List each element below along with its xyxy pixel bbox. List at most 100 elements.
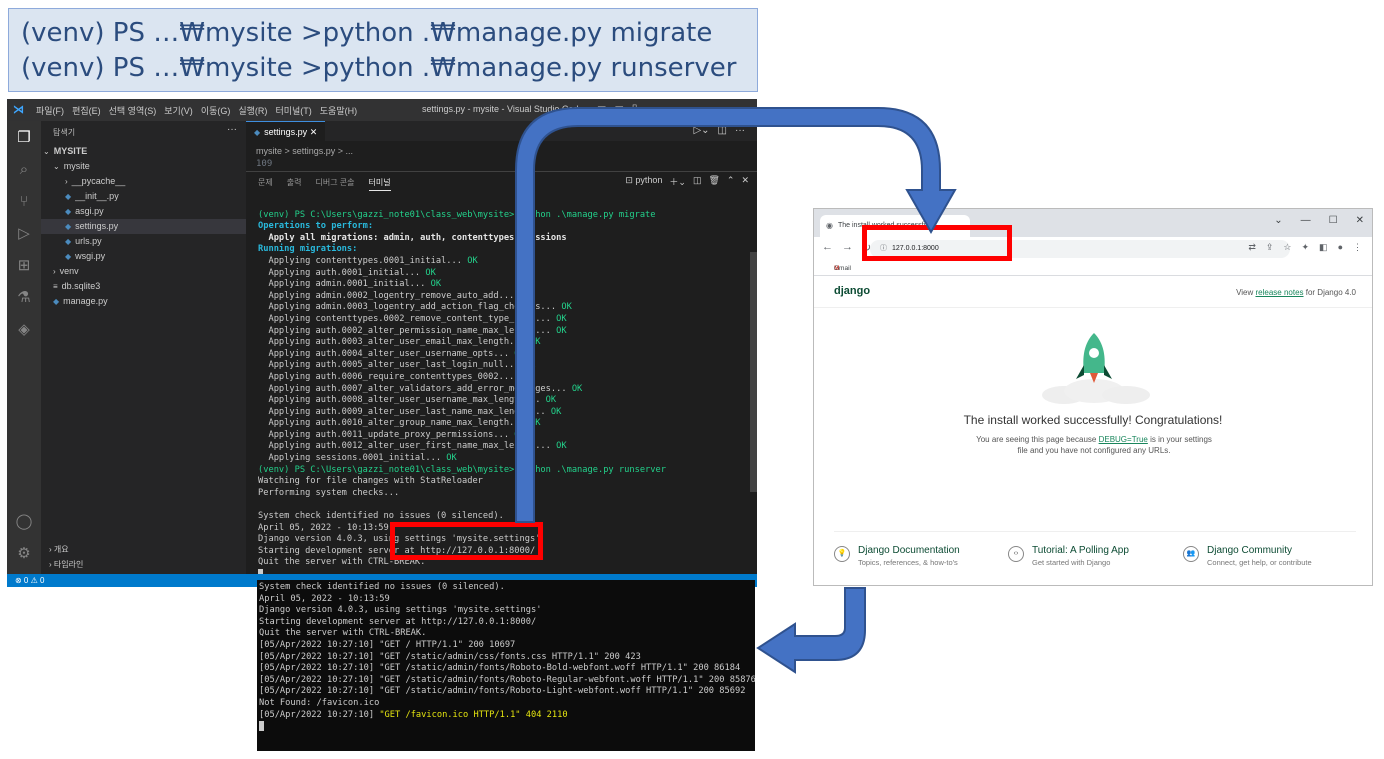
tab-search-icon[interactable]: ⌄ bbox=[1274, 215, 1282, 226]
terminal-line: (venv) PS C:\Users\gazzi_note01\class_we… bbox=[258, 464, 666, 475]
tree-item-manage[interactable]: ◆ manage.py bbox=[53, 294, 108, 309]
account-icon[interactable]: ◯ bbox=[15, 513, 33, 531]
menu-view[interactable]: 보기(V) bbox=[164, 104, 193, 117]
terminal-line: Watching for file changes with StatReloa… bbox=[258, 476, 483, 487]
python-icon[interactable]: ◈ bbox=[15, 321, 33, 339]
close-panel-icon[interactable]: ✕ bbox=[741, 175, 749, 188]
tree-item-venv[interactable]: › venv bbox=[53, 264, 79, 279]
run-debug-icon[interactable]: ▷ bbox=[15, 225, 33, 243]
scrollbar[interactable] bbox=[750, 252, 757, 492]
tree-root[interactable]: ⌄ MYSITE bbox=[41, 144, 246, 159]
rocket-window bbox=[1089, 348, 1099, 358]
testing-icon[interactable]: ⚗ bbox=[15, 289, 33, 307]
sidebar-toggle-icon[interactable]: ▯ bbox=[632, 103, 638, 114]
split-terminal-icon[interactable]: ◫ bbox=[693, 175, 702, 188]
translate-icon[interactable]: ⇄ bbox=[1248, 242, 1256, 253]
star-icon[interactable]: ☆ bbox=[1283, 242, 1291, 253]
terminal-line: Applying admin.0001_initial... OK bbox=[258, 279, 442, 290]
menu-run[interactable]: 실행(R) bbox=[238, 104, 267, 117]
ok-status: OK bbox=[556, 325, 567, 336]
django-header: django View release notes for Django 4.0 bbox=[814, 275, 1372, 308]
problems-status[interactable]: ⊗ 0 ⚠ 0 bbox=[15, 576, 44, 585]
code-icon: ‹› bbox=[1008, 546, 1024, 562]
sidepanel-icon[interactable]: ◧ bbox=[1319, 242, 1328, 253]
menu-help[interactable]: 도움말(H) bbox=[320, 104, 357, 117]
source-control-icon[interactable]: ⑂ bbox=[15, 193, 33, 211]
extensions-icon[interactable]: ⊞ bbox=[15, 257, 33, 275]
new-terminal-icon[interactable]: ＋⌄ bbox=[669, 175, 686, 188]
tab-debug-console[interactable]: 디버그 콘솔 bbox=[315, 177, 354, 191]
terminal-line: April 05, 2022 - 10:13:59 bbox=[258, 522, 389, 533]
outline-section[interactable]: › 개요 bbox=[49, 544, 69, 555]
menu-selection[interactable]: 선택 영역(S) bbox=[109, 104, 157, 117]
run-icon[interactable]: ▷⌄ bbox=[693, 125, 709, 136]
more-actions-icon[interactable]: ··· bbox=[227, 124, 237, 135]
timeline-section[interactable]: › 타임라인 bbox=[49, 559, 83, 570]
log-line-404: "GET /favicon.ico HTTP/1.1" 404 2110 bbox=[379, 709, 568, 720]
forward-icon[interactable]: → bbox=[842, 241, 853, 254]
minimize-icon[interactable]: — bbox=[645, 103, 655, 114]
terminal-line: Applying auth.0002_alter_permission_name… bbox=[258, 325, 567, 336]
profile-icon[interactable]: ● bbox=[1338, 242, 1343, 253]
terminal-line: Operations to perform: bbox=[258, 221, 374, 232]
more-icon[interactable]: ··· bbox=[735, 125, 745, 136]
explorer-icon[interactable]: ❐ bbox=[15, 129, 33, 147]
tree-item-db[interactable]: ≡ db.sqlite3 bbox=[53, 279, 100, 294]
tree-item-init[interactable]: ◆ __init__.py bbox=[65, 189, 119, 204]
terminal-line: Applying admin.0002_logentry_remove_auto… bbox=[258, 290, 530, 301]
explorer-sidebar: 탐색기 ··· ⌄ MYSITE ⌄ mysite › __pycache__ ◆ __… bbox=[41, 121, 246, 574]
tree-item-urls[interactable]: ◆ urls.py bbox=[65, 234, 102, 249]
tree-item-asgi[interactable]: ◆ asgi.py bbox=[65, 204, 104, 219]
tree-item-wsgi[interactable]: ◆ wsgi.py bbox=[65, 249, 105, 264]
window-title: settings.py - mysite - Visual Studio Cod… bbox=[422, 104, 584, 114]
maximize-panel-icon[interactable]: ⌃ bbox=[727, 175, 735, 188]
panel-toggle-icon[interactable]: ▭ bbox=[614, 103, 623, 114]
minimize-icon[interactable]: — bbox=[1301, 215, 1311, 226]
settings-gear-icon[interactable]: ⚙ bbox=[15, 545, 33, 563]
menu-go[interactable]: 이동(G) bbox=[201, 104, 231, 117]
window-controls: ⌄ — ☐ ✕ bbox=[1274, 215, 1364, 226]
django-footer: 💡 Django Documentation Topics, reference… bbox=[834, 531, 1356, 578]
rocket-illustration bbox=[1042, 333, 1150, 404]
django-logo[interactable]: django bbox=[834, 285, 870, 297]
terminal-line: Applying auth.0004_alter_user_username_o… bbox=[258, 348, 525, 359]
search-icon[interactable]: ⌕ bbox=[15, 161, 33, 179]
menu-terminal[interactable]: 터미널(T) bbox=[275, 104, 311, 117]
close-icon[interactable]: ✕ bbox=[1356, 215, 1364, 226]
trash-icon[interactable]: 🗑 bbox=[708, 175, 719, 188]
tab-terminal[interactable]: 터미널 bbox=[368, 177, 391, 191]
maximize-icon[interactable]: ☐ bbox=[1329, 215, 1338, 226]
tab-settings-py[interactable]: ◆ settings.py ✕ bbox=[246, 121, 326, 141]
menu-edit[interactable]: 편집(E) bbox=[72, 104, 101, 117]
ok-status: OK bbox=[561, 302, 572, 313]
log-line: Django version 4.0.3, using settings 'my… bbox=[259, 605, 542, 616]
tree-item-settings[interactable]: ◆ settings.py bbox=[41, 219, 246, 234]
server-log-terminal[interactable]: System check identified no issues (0 sil… bbox=[257, 580, 755, 751]
terminal-line: Running migrations: bbox=[258, 244, 358, 255]
split-editor-icon[interactable]: ◫ bbox=[718, 125, 727, 136]
python-file-icon: ◆ bbox=[65, 252, 72, 261]
tab-problems[interactable]: 문제 bbox=[258, 177, 273, 191]
menu-icon[interactable]: ⋮ bbox=[1353, 242, 1362, 253]
debug-link[interactable]: DEBUG=True bbox=[1099, 435, 1148, 444]
close-icon[interactable]: ✕ bbox=[310, 127, 318, 137]
breadcrumb[interactable]: mysite > settings.py > ... bbox=[256, 146, 353, 156]
terminal-select[interactable]: ⊡ python bbox=[625, 175, 662, 188]
menu-file[interactable]: 파일(F) bbox=[36, 104, 64, 117]
python-file-icon: ◆ bbox=[53, 297, 60, 306]
layout-toggle-icon[interactable]: ▭ bbox=[597, 103, 606, 114]
log-line: [05/Apr/2022 10:27:10] "GET /static/admi… bbox=[259, 686, 746, 697]
tree-item-pycache[interactable]: › __pycache__ bbox=[65, 174, 125, 189]
tab-output[interactable]: 출력 bbox=[287, 177, 302, 191]
ok-status: OK bbox=[514, 348, 525, 359]
tree-item-mysite[interactable]: ⌄ mysite bbox=[53, 159, 90, 174]
terminal-line: Applying admin.0003_logentry_add_action_… bbox=[258, 302, 572, 313]
terminal-line: (venv) PS C:\Users\gazzi_note01\class_we… bbox=[258, 209, 656, 220]
python-file-icon: ◆ bbox=[65, 222, 72, 231]
release-notes-link[interactable]: release notes bbox=[1255, 288, 1303, 297]
extensions-icon[interactable]: ✦ bbox=[1302, 242, 1310, 253]
back-icon[interactable]: ← bbox=[822, 241, 833, 254]
share-icon[interactable]: ⇪ bbox=[1266, 242, 1274, 253]
python-file-icon: ◆ bbox=[65, 192, 72, 201]
terminal-line: Applying auth.0007_alter_validators_add_… bbox=[258, 383, 583, 394]
